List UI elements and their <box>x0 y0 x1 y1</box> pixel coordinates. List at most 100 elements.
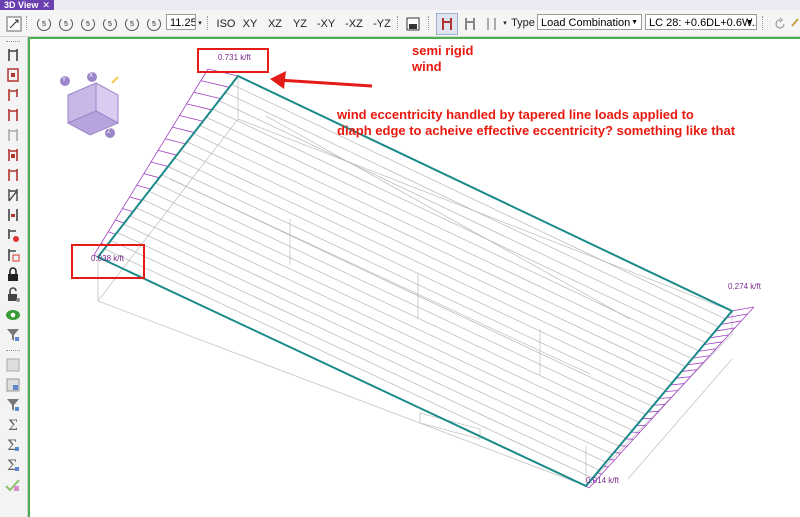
sidebar-unlock-button[interactable] <box>5 287 21 303</box>
load-arrow <box>122 208 134 213</box>
tab-3d-view[interactable]: 3D View ✕ <box>0 0 54 10</box>
unlock-icon <box>8 287 20 302</box>
link-icon <box>8 189 18 202</box>
sidebar-release-button[interactable] <box>5 227 21 243</box>
load-arrow <box>172 126 195 133</box>
view-neg-yz-button[interactable]: -YZ <box>369 13 395 35</box>
redraw-button[interactable] <box>770 13 790 35</box>
diaphragm-line <box>174 157 666 391</box>
rotate-x-neg-button[interactable]: 5 <box>34 13 54 35</box>
load-type-select[interactable]: Load Combination ▼ <box>537 14 642 30</box>
tab-bar: 3D View ✕ <box>0 0 800 10</box>
view-neg-xy-button[interactable]: -XY <box>313 13 339 35</box>
sidebar-lock-button[interactable] <box>5 267 21 283</box>
sidebar-grip <box>6 41 20 44</box>
close-icon[interactable]: ✕ <box>42 0 50 10</box>
view-toolbar: 5 5 5 5 5 5 11.25 ▾ ISO XY XZ YZ -XY -XZ… <box>0 10 800 37</box>
diaphragm-line <box>129 215 620 447</box>
sidebar-sum3-button[interactable]: Σ <box>5 457 21 473</box>
sidebar-sum2-button[interactable]: Σ <box>5 437 21 453</box>
view-xy-button[interactable]: XY <box>239 13 261 35</box>
view-neg-xz-button[interactable]: -XZ <box>341 13 367 35</box>
rotate-y-pos-button[interactable]: 5 <box>100 13 120 35</box>
diaphragm-line <box>142 199 633 431</box>
highlight-box-left <box>71 244 145 279</box>
diaphragm-line <box>199 125 693 360</box>
diaphragm-line <box>148 190 640 423</box>
sidebar-solid-button[interactable] <box>5 147 21 163</box>
load-combination-select[interactable]: LC 28: +0.6DL+0.6W... ▼ <box>645 14 757 30</box>
sidebar-boundary-button[interactable] <box>5 207 21 223</box>
sidebar-plate-button[interactable] <box>5 67 21 83</box>
rotate-z-pos-button[interactable]: 5 <box>144 13 164 35</box>
eye-icon <box>6 310 20 320</box>
annotation-note-line2: diaph edge to acheive effective eccentri… <box>337 123 736 138</box>
rotate-x-pos-button[interactable]: 5 <box>56 13 76 35</box>
view-yz-button[interactable]: YZ <box>289 13 311 35</box>
load-arrow <box>129 196 142 201</box>
filter-icon <box>7 329 19 341</box>
sidebar-save-button[interactable] <box>5 377 21 393</box>
member-icon <box>8 89 18 101</box>
sidebar-filter-button[interactable] <box>5 327 21 343</box>
display-members-button[interactable] <box>460 13 480 35</box>
sidebar-link-button[interactable] <box>5 187 21 203</box>
sigma-icon: Σ <box>8 418 18 433</box>
sidebar-diaphragm-button[interactable] <box>5 167 21 183</box>
load-label-bottom: 0.014 k/ft <box>586 476 619 485</box>
tab-title: 3D View <box>4 0 39 10</box>
diaphragm-line <box>136 207 626 439</box>
annotation-title-line1: semi rigid <box>412 43 474 58</box>
save-view-button[interactable] <box>403 13 423 35</box>
display-dropdown-icon[interactable]: ▾ <box>501 13 509 33</box>
diaphragm-icon <box>8 169 18 181</box>
increment-dropdown-icon[interactable]: ▾ <box>197 13 203 33</box>
group-icon <box>8 249 20 262</box>
sidebar-sum-button[interactable]: Σ <box>5 417 21 433</box>
load-arrow <box>143 173 160 179</box>
diaphragm-lines <box>104 83 726 479</box>
sidebar-visibility-button[interactable] <box>5 307 21 323</box>
display-loads-button[interactable] <box>436 13 458 35</box>
rotate-icon: 5 <box>125 17 139 31</box>
toolbar-grip <box>207 16 210 30</box>
rotation-increment-input[interactable]: 11.25 <box>166 14 196 30</box>
diaphragm-line <box>167 166 660 399</box>
select-tool-button[interactable] <box>4 13 24 35</box>
sidebar-table-button[interactable] <box>5 357 21 373</box>
load-arrow <box>200 80 230 88</box>
toolbar-grip <box>762 16 765 30</box>
view-iso-button[interactable]: ISO <box>214 13 238 35</box>
sidebar-node-button[interactable] <box>5 127 21 143</box>
diaphragm-line <box>104 248 593 479</box>
rotate-z-neg-button[interactable]: 5 <box>122 13 142 35</box>
model-viewport[interactable]: Y X Z 0.731 k/ft 0.038 k/ft 0.274 k/ft 0… <box>28 37 800 517</box>
sidebar-wall-button[interactable] <box>5 107 21 123</box>
sidebar-frame-button[interactable] <box>5 47 21 63</box>
chevron-down-icon: ▼ <box>746 19 753 26</box>
sidebar-grip <box>6 350 20 353</box>
annotation-title-line2: wind <box>412 59 442 74</box>
rotate-icon: 5 <box>103 17 117 31</box>
sidebar-group-button[interactable] <box>5 247 21 263</box>
load-arrow <box>158 149 177 156</box>
check-icon <box>5 479 20 492</box>
pointer-icon <box>6 16 22 32</box>
overflow-icon[interactable] <box>790 13 800 33</box>
rotate-y-neg-button[interactable]: 5 <box>78 13 98 35</box>
sigma-icon: Σ <box>7 438 19 453</box>
member-display-icon <box>465 18 475 30</box>
rotate-icon: 5 <box>37 17 51 31</box>
svg-text:Σ: Σ <box>8 418 18 433</box>
sidebar-member-button[interactable] <box>5 87 21 103</box>
solid-icon <box>8 149 18 161</box>
plate-display-icon <box>487 18 496 30</box>
view-xz-button[interactable]: XZ <box>264 13 286 35</box>
diaphragm-line <box>123 223 613 455</box>
filter-icon <box>7 399 19 411</box>
sidebar-filter2-button[interactable] <box>5 397 21 413</box>
display-plates-button[interactable] <box>481 13 501 35</box>
sidebar-check-button[interactable] <box>5 477 21 493</box>
highlight-box-top <box>197 48 269 73</box>
load-arrow <box>193 91 221 100</box>
